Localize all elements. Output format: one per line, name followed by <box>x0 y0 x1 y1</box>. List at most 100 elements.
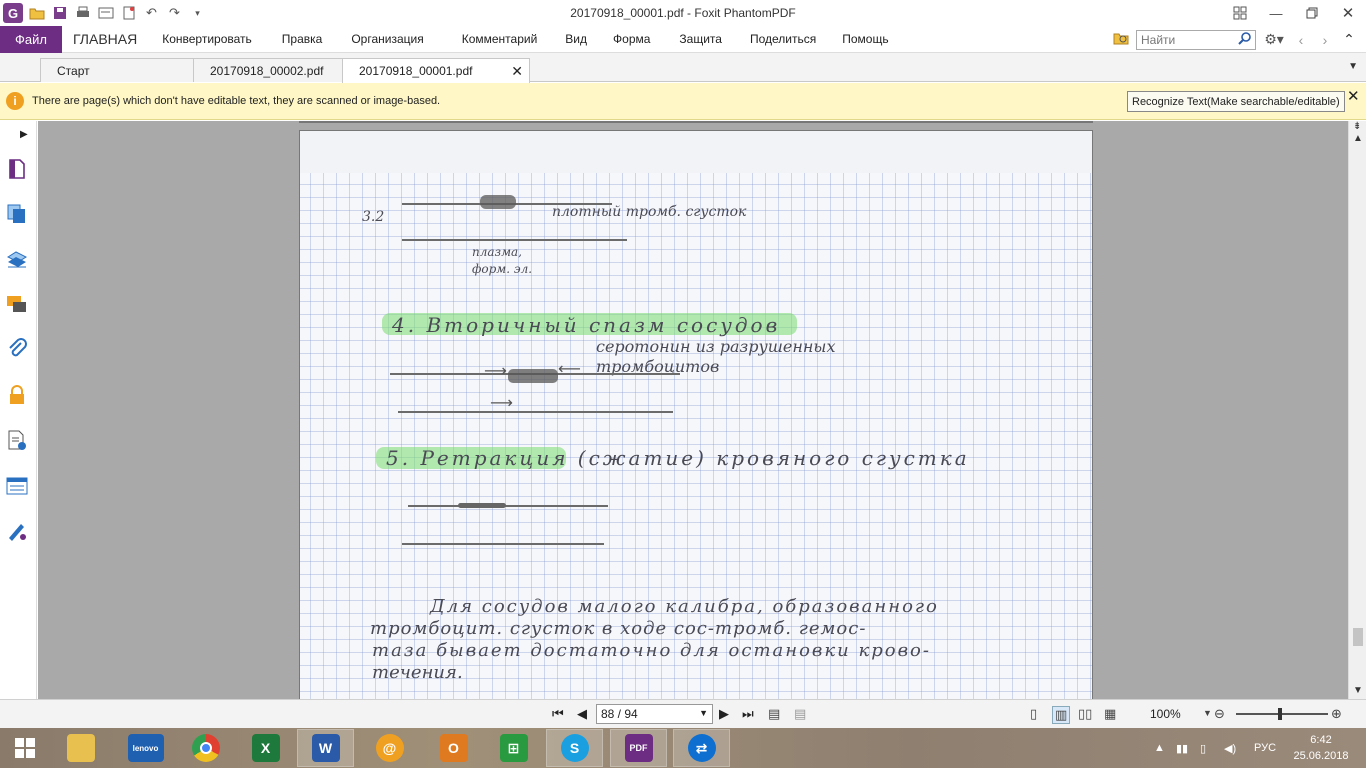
taskbar-chrome[interactable] <box>177 729 234 767</box>
signature-icon[interactable] <box>5 519 29 543</box>
continuous-facing-icon[interactable]: ▦ <box>1104 706 1116 722</box>
customize-qat-icon[interactable]: ▾ <box>188 4 207 23</box>
document-viewport[interactable]: 3.2 плотный тромб. сгусток плазма, форм.… <box>38 121 1348 699</box>
first-page-icon[interactable]: ⏮ <box>552 706 564 722</box>
recognize-text-button[interactable]: Recognize Text(Make searchable/editable) <box>1127 91 1345 112</box>
network-icon[interactable]: ▮▮ <box>1176 728 1188 768</box>
tab-document-1[interactable]: 20170918_00001.pdf ✕ <box>342 58 530 83</box>
menu-comment[interactable]: Комментарий <box>451 26 552 53</box>
undo-icon[interactable]: ↶ <box>142 4 161 23</box>
redo-icon[interactable]: ↷ <box>165 4 184 23</box>
file-properties-icon[interactable] <box>5 428 29 452</box>
clock-time: 6:42 <box>1310 734 1332 746</box>
menu-help[interactable]: Помощь <box>829 26 901 53</box>
forward-icon[interactable]: › <box>1316 32 1334 48</box>
notification-message: There are page(s) which don't have edita… <box>32 95 441 107</box>
content-icon[interactable] <box>5 474 29 498</box>
minimize-button[interactable]: — <box>1258 0 1294 26</box>
scroll-up-icon[interactable]: ▲ <box>1353 133 1363 144</box>
handwriting-line: 3.2 <box>362 209 385 225</box>
close-button[interactable]: ✕ <box>1330 0 1366 26</box>
search-icon[interactable] <box>1238 31 1252 48</box>
next-page-icon[interactable]: ▶ <box>719 706 729 722</box>
open-icon[interactable] <box>27 4 46 23</box>
taskbar-lenovo[interactable]: lenovo <box>117 729 174 767</box>
zoom-in-icon[interactable]: ⊕ <box>1331 706 1342 722</box>
zoom-slider[interactable] <box>1236 713 1328 715</box>
split-view-icon[interactable]: ⇟ <box>1353 121 1361 132</box>
zoom-slider-thumb[interactable] <box>1278 708 1282 720</box>
layers-icon[interactable] <box>5 202 29 226</box>
search-input[interactable]: Найти <box>1136 29 1256 50</box>
attachments-icon[interactable] <box>5 337 29 361</box>
scroll-down-icon[interactable]: ▼ <box>1353 685 1363 696</box>
facing-page-icon[interactable]: ▯▯ <box>1078 706 1092 722</box>
expand-panel-icon[interactable]: ▶ <box>20 129 28 140</box>
maximize-button[interactable] <box>1294 0 1330 26</box>
tab-start[interactable]: Старт <box>40 58 196 82</box>
language-indicator[interactable]: РУС <box>1254 728 1276 768</box>
thrombus-scribble <box>480 195 516 209</box>
close-notification-icon[interactable]: ✕ <box>1347 87 1360 105</box>
tab-label: 20170918_00001.pdf <box>359 64 473 78</box>
comments-icon[interactable] <box>5 293 29 317</box>
menu-share[interactable]: Поделиться <box>737 26 829 53</box>
taskbar-word[interactable]: W <box>297 729 354 767</box>
menu-edit[interactable]: Правка <box>267 26 339 53</box>
show-hidden-icons[interactable]: ▲ <box>1154 728 1165 768</box>
chevron-down-icon[interactable]: ▼ <box>699 708 708 718</box>
handwriting-paragraph-line: течения. <box>372 662 463 683</box>
taskbar-excel[interactable]: X <box>237 729 294 767</box>
settings-icon[interactable]: ⚙▾ <box>1262 31 1286 48</box>
zoom-dropdown-icon[interactable]: ▼ <box>1203 708 1212 718</box>
taskbar-teamviewer[interactable]: ⇄ <box>673 729 730 767</box>
taskbar-foxit[interactable]: PDF <box>610 729 667 767</box>
menu-home[interactable]: ГЛАВНАЯ <box>62 26 148 53</box>
tab-document-2[interactable]: 20170918_00002.pdf <box>193 58 345 82</box>
continuous-page-icon[interactable]: ▥ <box>1052 706 1071 724</box>
insert-page-icon[interactable]: ▤ <box>768 706 780 722</box>
properties-icon[interactable] <box>96 4 115 23</box>
find-folder-icon[interactable] <box>1112 31 1130 48</box>
menu-organize[interactable]: Организация <box>338 26 450 53</box>
previous-page-icon[interactable]: ◀ <box>577 706 587 722</box>
battery-icon[interactable]: ▯ <box>1200 728 1206 768</box>
taskbar-explorer[interactable] <box>52 729 109 767</box>
last-page-icon[interactable]: ⏭ <box>742 706 754 722</box>
back-icon[interactable]: ‹ <box>1292 32 1310 48</box>
menu-protect[interactable]: Защита <box>664 26 737 53</box>
new-icon[interactable] <box>119 4 138 23</box>
search-placeholder: Найти <box>1141 32 1176 47</box>
start-button[interactable] <box>0 729 50 767</box>
security-icon[interactable] <box>5 383 29 407</box>
page-number-field[interactable]: 88 / 94 ▼ <box>596 704 713 724</box>
save-icon[interactable] <box>50 4 69 23</box>
ribbon-options-icon[interactable] <box>1222 0 1258 26</box>
zoom-out-icon[interactable]: ⊖ <box>1214 706 1225 722</box>
single-page-icon[interactable]: ▯ <box>1030 706 1037 722</box>
volume-icon[interactable]: ◀) <box>1224 728 1236 768</box>
menu-view[interactable]: Вид <box>551 26 601 53</box>
extract-page-icon[interactable]: ▤ <box>794 706 806 722</box>
taskbar-skype[interactable]: S <box>546 729 603 767</box>
document-tabs: Старт 20170918_00002.pdf 20170918_00001.… <box>0 53 1366 83</box>
page-thumbnails-icon[interactable] <box>5 157 29 181</box>
taskbar-store[interactable]: ⊞ <box>485 729 542 767</box>
foxit-logo-icon[interactable]: G <box>3 3 23 23</box>
scrollbar-thumb[interactable] <box>1353 628 1363 646</box>
navigation-panel: ▶ <box>0 121 37 699</box>
taskbar-outlook[interactable]: O <box>425 729 482 767</box>
taskbar-mail[interactable]: @ <box>361 729 418 767</box>
collapse-ribbon-icon[interactable]: ⌃ <box>1340 31 1358 48</box>
chrome-icon <box>191 734 220 762</box>
zoom-level[interactable]: 100% <box>1150 707 1181 721</box>
print-icon[interactable] <box>73 4 92 23</box>
menu-convert[interactable]: Конвертировать <box>148 26 267 53</box>
bookmarks-icon[interactable] <box>5 248 29 272</box>
close-tab-icon[interactable]: ✕ <box>511 63 523 80</box>
vertical-scrollbar[interactable]: ⇟ ▲ ▼ <box>1348 121 1366 699</box>
clock[interactable]: 6:42 25.06.2018 <box>1286 732 1356 764</box>
tab-list-icon[interactable]: ▼ <box>1348 61 1358 72</box>
file-menu-button[interactable]: Файл <box>0 25 62 53</box>
menu-form[interactable]: Форма <box>601 26 664 53</box>
